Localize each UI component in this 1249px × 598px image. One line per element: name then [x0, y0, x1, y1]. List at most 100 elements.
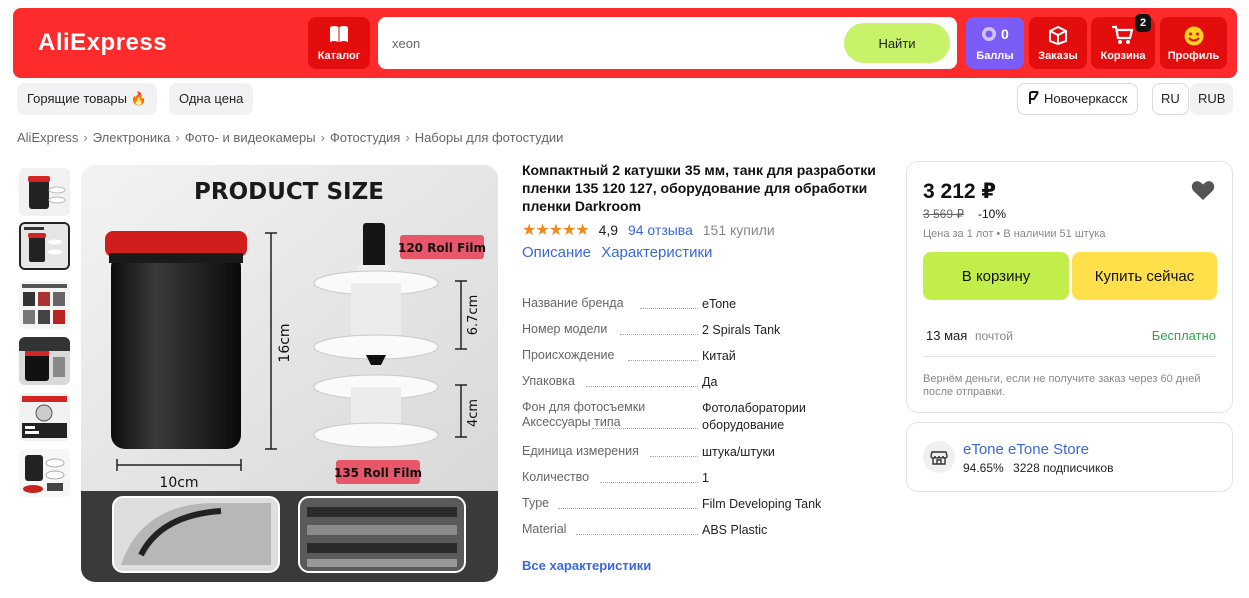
language-selector[interactable]: RU: [1152, 83, 1189, 115]
store-card[interactable]: eTone eTone Store 94.65% 3228 подписчико…: [906, 422, 1233, 492]
upper-reel-dimension: 6.7cm: [466, 295, 481, 336]
tab-description[interactable]: Описание: [522, 244, 591, 261]
currency-selector[interactable]: RUB: [1190, 83, 1234, 115]
spec-key: Фон для фотосъемки Аксессуары типа: [522, 400, 646, 429]
add-to-cart-button[interactable]: В корзину: [923, 252, 1069, 300]
all-specifications-link[interactable]: Все характеристики: [522, 558, 651, 573]
breadcrumb-separator: ›: [175, 130, 180, 145]
gallery-thumbnail[interactable]: [19, 281, 70, 329]
old-price: 3 569 ₽: [923, 207, 964, 221]
breadcrumb-separator: ›: [83, 130, 88, 145]
spec-leader: [586, 386, 698, 387]
orders-button[interactable]: Заказы: [1029, 17, 1087, 69]
spec-leader: [600, 482, 698, 483]
top-header: AliExpress Каталог Найти 0 Баллы Заказы: [13, 8, 1237, 78]
one-price-chip[interactable]: Одна цена: [169, 83, 254, 115]
thumbnail-image: [19, 393, 70, 441]
box-icon: [1049, 25, 1067, 45]
buy-box: 3 212 ₽ 3 569 ₽ -10% Цена за 1 лот • В н…: [906, 161, 1233, 413]
thumbnail-image: [19, 337, 70, 385]
thumbnail-image: [21, 224, 68, 268]
product-tabs: Описание Характеристики: [522, 244, 718, 261]
store-name[interactable]: eTone eTone Store: [963, 441, 1089, 458]
delivery-price: Бесплатно: [1151, 328, 1216, 343]
cart-button[interactable]: 2 Корзина: [1091, 14, 1155, 69]
width-dimension: 10cm: [159, 475, 198, 491]
profile-button[interactable]: Профиль: [1160, 17, 1227, 69]
search-button[interactable]: Найти: [844, 23, 950, 63]
refund-note: Вернём деньги, если не получите заказ че…: [923, 373, 1201, 398]
breadcrumb: AliExpress › Электроника › Фото- и видеокаме…: [17, 130, 563, 145]
book-icon: [330, 26, 348, 42]
buy-now-button[interactable]: Купить сейчас: [1072, 252, 1217, 300]
height-dimension: 16cm: [277, 323, 293, 362]
product-size-illustration: PRODUCT SIZE 16cm 10cm 6.7cm 4cm 120 Rol…: [81, 165, 498, 582]
spec-value: Китай: [702, 349, 736, 363]
search-input[interactable]: [392, 17, 832, 69]
breadcrumb-item[interactable]: Фото- и видеокамеры: [185, 130, 316, 145]
image-heading: PRODUCT SIZE: [194, 179, 384, 205]
catalog-label: Каталог: [317, 50, 361, 62]
tab-specifications[interactable]: Характеристики: [601, 244, 712, 261]
lower-reel-dimension: 4cm: [466, 399, 481, 427]
location-pin-icon: [1029, 91, 1039, 104]
spec-value: 2 Spirals Tank: [702, 323, 781, 337]
orders-label: Заказы: [1038, 50, 1078, 62]
breadcrumb-item[interactable]: Наборы для фотостудии: [415, 130, 564, 145]
spec-value: Film Developing Tank: [702, 497, 822, 511]
aliexpress-logo[interactable]: AliExpress: [38, 29, 167, 57]
gallery-thumbnail[interactable]: [19, 337, 70, 385]
coin-icon: [982, 27, 997, 41]
lot-info: Цена за 1 лот • В наличии 51 штука: [923, 228, 1106, 240]
spec-value: штука/штуки: [702, 445, 775, 459]
points-button[interactable]: 0 Баллы: [966, 17, 1024, 69]
heart-icon[interactable]: [1191, 180, 1215, 201]
spec-value: ABS Plastic: [702, 523, 768, 537]
catalog-button[interactable]: Каталог: [308, 17, 370, 69]
spec-leader: [640, 308, 698, 309]
smiley-icon: [1184, 26, 1203, 46]
points-label: Баллы: [976, 50, 1014, 62]
main-product-image[interactable]: PRODUCT SIZE 16cm 10cm 6.7cm 4cm 120 Rol…: [81, 165, 498, 582]
gallery-thumbnail[interactable]: [19, 449, 70, 497]
spec-leader: [620, 334, 698, 335]
gallery-thumbnail-active[interactable]: [19, 222, 70, 270]
delivery-method: почтой: [975, 329, 1013, 343]
city-selector[interactable]: Новочеркасск: [1017, 83, 1139, 115]
delivery-date: 13 мая: [926, 328, 968, 343]
breadcrumb-separator: ›: [405, 130, 410, 145]
spec-leader: [592, 428, 698, 429]
label-135-roll: 135 Roll Film: [334, 466, 422, 480]
cart-label: Корзина: [1100, 50, 1146, 62]
product-title: Компактный 2 катушки 35 мм, танк для раз…: [522, 162, 876, 214]
rating-value: 4,9: [598, 222, 619, 238]
breadcrumb-separator: ›: [320, 130, 325, 145]
rating-stars: ★★★★★: [522, 222, 590, 239]
store-icon: [923, 441, 955, 473]
gallery-thumbnail[interactable]: [19, 168, 70, 216]
label-120-roll: 120 Roll Film: [398, 241, 486, 255]
spec-leader: [628, 360, 698, 361]
thumbnail-image: [19, 449, 70, 497]
store-rating: 94.65%: [963, 461, 1004, 475]
thumbnail-image: [19, 281, 70, 329]
breadcrumb-item[interactable]: Электроника: [93, 130, 171, 145]
discount-badge: -10%: [978, 207, 1007, 221]
breadcrumb-item[interactable]: Фотостудия: [330, 130, 400, 145]
store-stats: 94.65% 3228 подписчиков: [963, 461, 1113, 475]
points-row: 0: [966, 26, 1024, 42]
reviews-link[interactable]: 94 отзыва: [628, 222, 693, 238]
divider: [923, 356, 1216, 357]
gallery-thumbnail[interactable]: [19, 393, 70, 441]
spec-value: Фотолаборатории оборудование: [702, 401, 806, 432]
hot-deals-chip[interactable]: Горящие товары 🔥: [17, 83, 157, 115]
thumbnail-image: [19, 168, 70, 216]
sold-count: 151 купили: [702, 222, 775, 238]
spec-value: eTone: [702, 297, 737, 311]
store-subscribers: 3228 подписчиков: [1013, 461, 1114, 475]
rating-row: ★★★★★ 4,9 94 отзыва 151 купили: [522, 220, 775, 240]
breadcrumb-item[interactable]: AliExpress: [17, 130, 78, 145]
cart-count-badge: 2: [1135, 14, 1151, 32]
profile-label: Профиль: [1167, 50, 1220, 62]
spec-value: 1: [702, 471, 709, 485]
